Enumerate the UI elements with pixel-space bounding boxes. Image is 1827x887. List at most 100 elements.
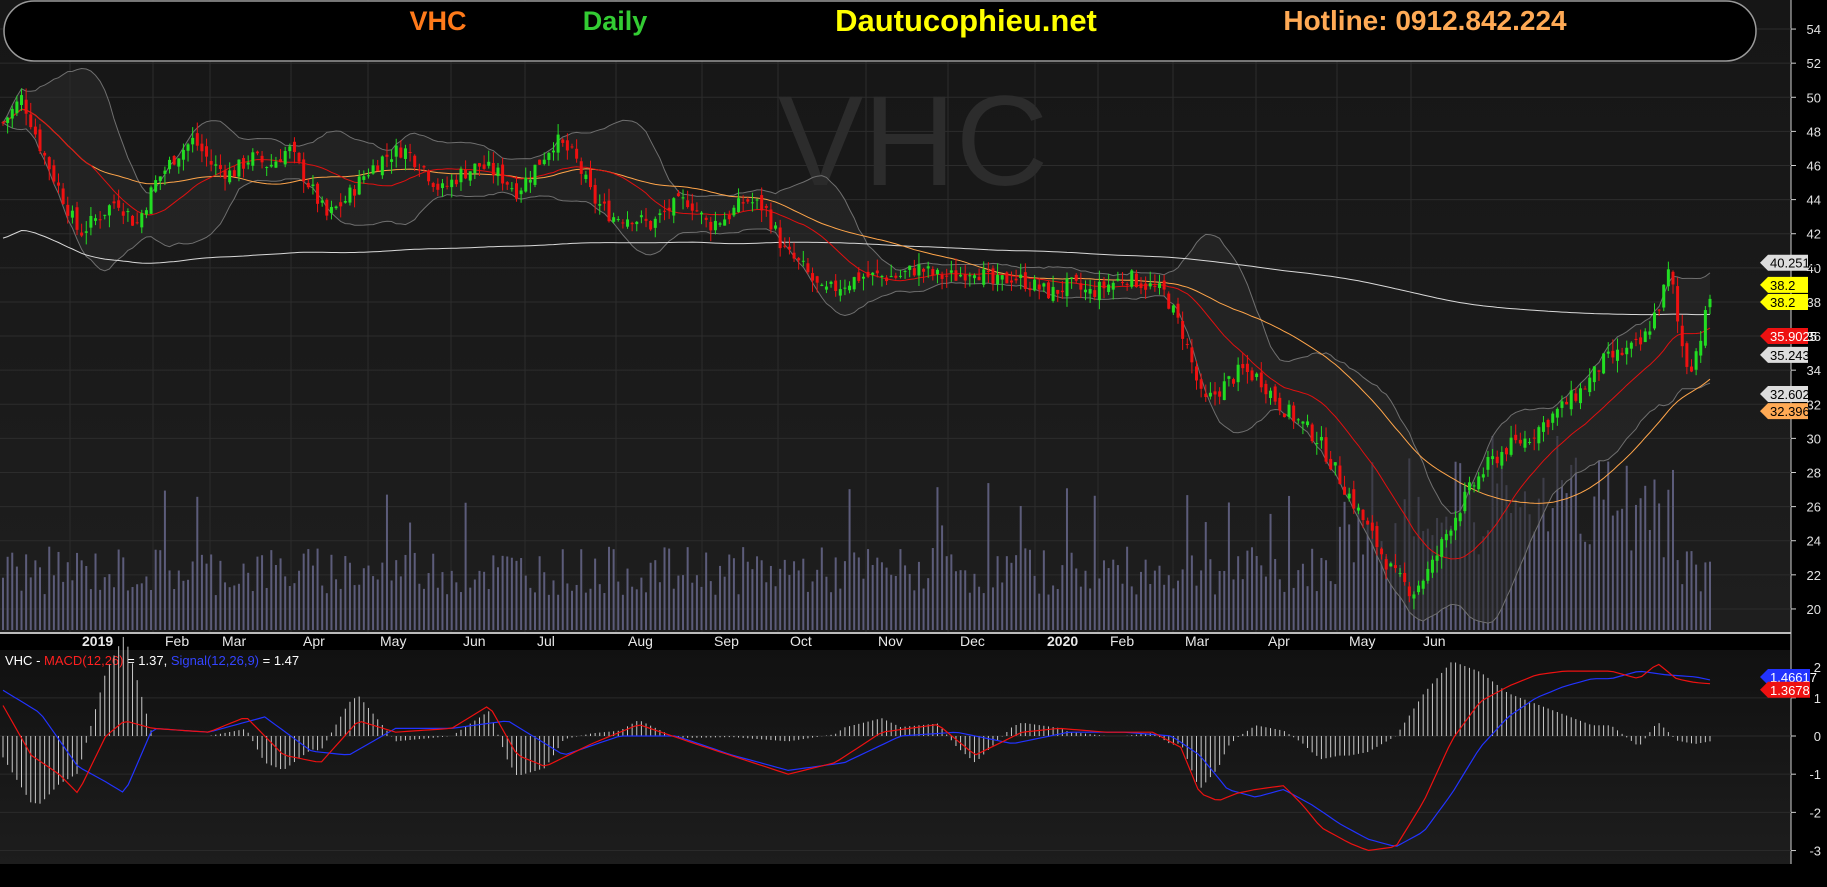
volume-bar [672, 588, 675, 630]
candle-body [524, 177, 528, 192]
candle-body [1491, 456, 1495, 460]
volume-bar [1172, 588, 1175, 630]
volume-bar [991, 587, 994, 630]
candle-body [783, 245, 787, 247]
candle-body [135, 222, 139, 224]
volume-bar [390, 580, 393, 630]
volume-bar [1366, 521, 1369, 630]
candle-body [676, 193, 680, 197]
volume-bar [214, 595, 217, 630]
volume-bar [691, 582, 694, 630]
volume-bar [367, 565, 370, 630]
candle-body [1296, 419, 1300, 421]
candle-body [163, 170, 167, 174]
price-tick-label: 44 [1807, 193, 1821, 208]
volume-bar [1547, 531, 1550, 630]
candle-body [542, 159, 546, 165]
macd-tick-label: -3 [1809, 844, 1821, 859]
volume-bar [1130, 586, 1133, 630]
candle-body [630, 222, 634, 225]
candle-body [1060, 290, 1064, 293]
candle-body [1097, 281, 1101, 301]
candle-body [649, 220, 653, 230]
candle-body [1190, 347, 1194, 363]
candle-body [487, 161, 491, 166]
volume-bar [496, 567, 499, 630]
volume-bar [210, 554, 213, 630]
volume-bar [566, 583, 569, 630]
candle-body [205, 146, 209, 157]
volume-bar [94, 553, 97, 630]
candle-body [1440, 539, 1444, 557]
time-axis-label: Feb [1110, 633, 1134, 649]
bottom-strip [0, 864, 1791, 882]
volume-bar [908, 573, 911, 630]
candle-body [1500, 451, 1504, 466]
candle-body [1074, 274, 1078, 281]
stock-chart-window[interactable]: VHC VHC Daily Dautucophieu.net Hotline: … [0, 0, 1827, 882]
candle-body [922, 268, 926, 272]
volume-bar [1241, 579, 1244, 630]
candle-body [1611, 350, 1615, 358]
candle-body [866, 271, 870, 277]
volume-bar [839, 588, 842, 630]
candle-body [1046, 282, 1050, 299]
candle-body [112, 201, 116, 204]
volume-bar [1214, 594, 1217, 630]
volume-bar [43, 594, 46, 630]
candle-body [875, 270, 879, 274]
candle-body [408, 152, 412, 154]
volume-bar [1232, 579, 1235, 630]
candle-body [686, 200, 690, 208]
volume-bar [973, 573, 976, 630]
candle-body [1352, 489, 1356, 509]
volume-bar [200, 554, 203, 630]
volume-bar [464, 502, 467, 630]
candle-body [1093, 290, 1097, 298]
volume-bar [11, 552, 14, 630]
volume-bar [885, 567, 888, 630]
time-axis-label: Apr [1268, 633, 1290, 649]
volume-bar [1695, 564, 1698, 630]
time-axis-label: May [1349, 633, 1375, 649]
candle-body [107, 205, 111, 216]
price-tick-label: 20 [1807, 602, 1821, 617]
volume-bar [122, 557, 125, 630]
candle-body [1523, 438, 1527, 448]
candle-body [908, 265, 912, 270]
volume-bar [339, 588, 342, 630]
volume-bar [654, 560, 657, 630]
volume-bar [1061, 565, 1064, 630]
volume-bar [1218, 570, 1221, 630]
volume-bar [196, 496, 199, 630]
volume-bar [756, 556, 759, 630]
candle-body [963, 274, 967, 281]
candle-body [1528, 441, 1532, 443]
candle-body [1088, 288, 1092, 294]
candle-body [1185, 343, 1189, 345]
volume-bar [1560, 480, 1563, 630]
candle-body [1657, 309, 1661, 311]
volume-bar [385, 494, 388, 630]
volume-bar [1121, 583, 1124, 630]
volume-bar [136, 584, 139, 630]
candle-body [89, 215, 93, 228]
volume-bar [163, 490, 166, 630]
volume-bar [899, 549, 902, 630]
volume-bar [311, 565, 314, 630]
indicator-tag-label: 32.602 [1770, 387, 1810, 402]
volume-bar [1551, 508, 1554, 630]
candle-body [482, 164, 486, 169]
volume-bar [1283, 591, 1286, 630]
chart-canvas[interactable]: VHC VHC Daily Dautucophieu.net Hotline: … [0, 0, 1827, 882]
candle-body [265, 167, 269, 169]
volume-bar [1056, 589, 1059, 630]
volume-bar [1579, 533, 1582, 630]
volume-bar [284, 576, 287, 630]
candle-body [477, 163, 481, 167]
candle-body [510, 188, 514, 190]
volume-bar [1648, 529, 1651, 630]
candle-body [80, 232, 84, 236]
candle-body [177, 158, 181, 167]
volume-bar [219, 560, 222, 630]
